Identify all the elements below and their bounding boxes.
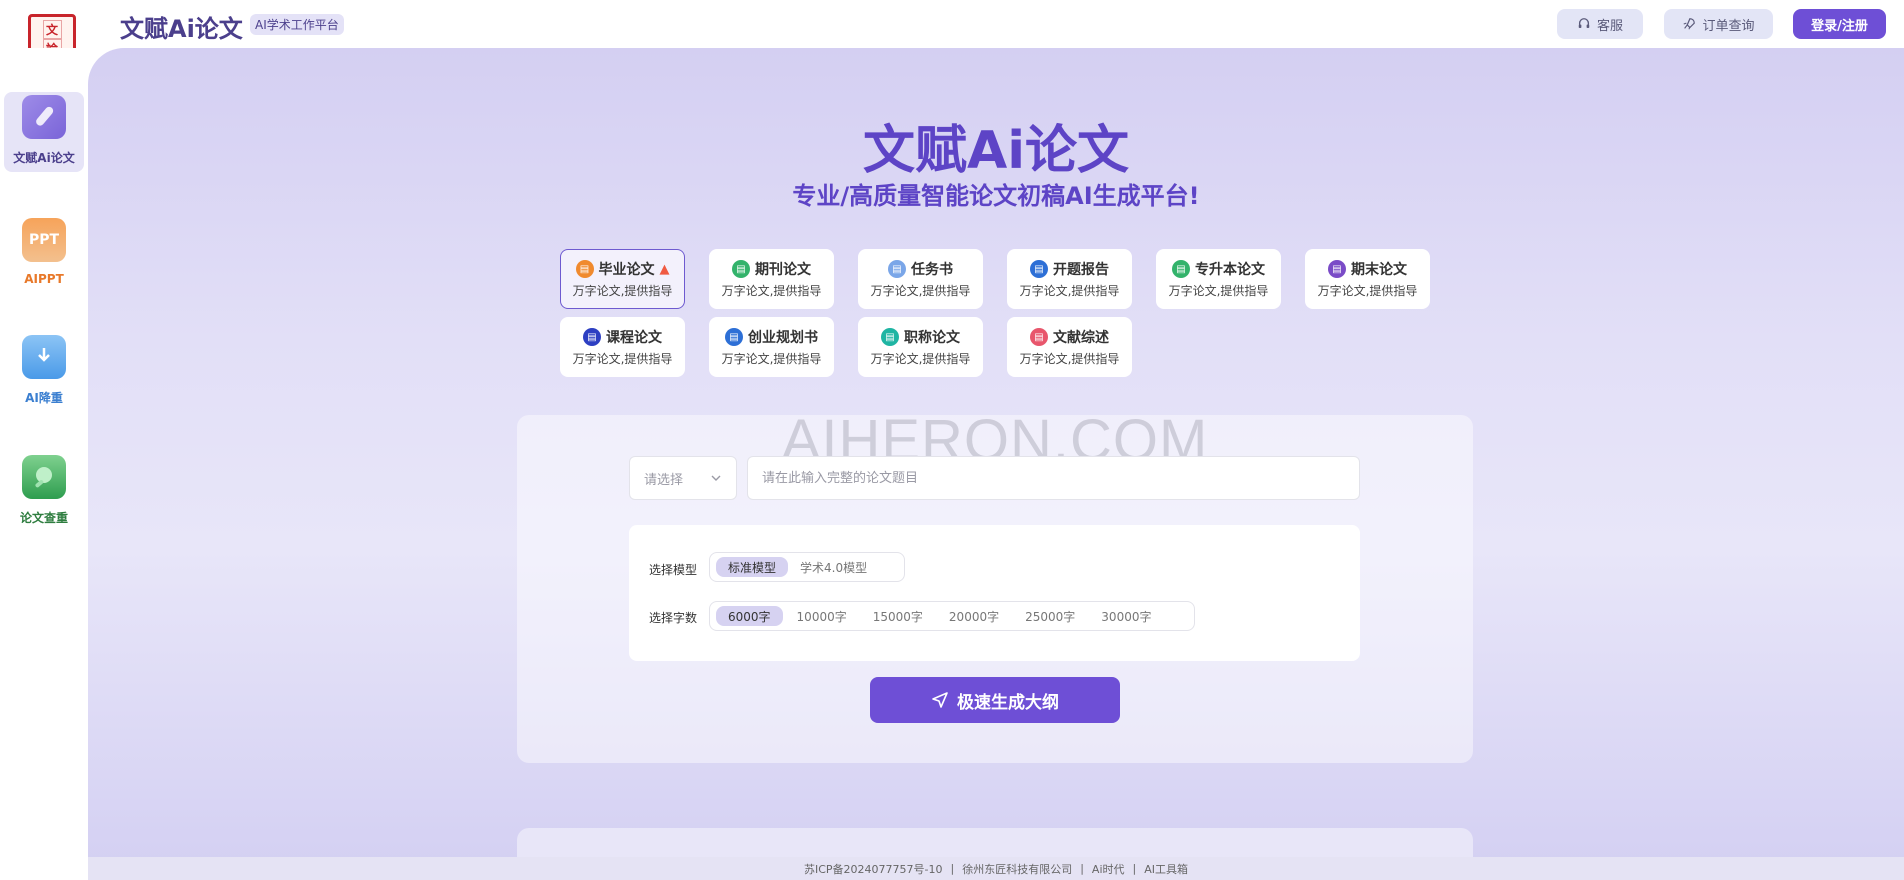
chevron-down-icon (711, 475, 721, 481)
ppt-icon: PPT (22, 218, 66, 262)
sidebar-item-aippt[interactable]: PPT AIPPT (4, 212, 84, 292)
category-desc: 万字论文,提供指导 (1168, 284, 1269, 298)
category-literature-review[interactable]: ▤ 文献综述 万字论文,提供指导 (1007, 317, 1132, 377)
options-card: 选择模型 标准模型 学术4.0模型 选择字数 6000字 10000字 1500… (629, 525, 1360, 661)
sidebar-item-plagiarism-check[interactable]: 论文查重 (4, 452, 84, 532)
customer-service-button[interactable]: 客服 (1557, 9, 1643, 39)
model-selector: 标准模型 学术4.0模型 (709, 552, 905, 582)
model-option-academic[interactable]: 学术4.0模型 (788, 557, 879, 577)
select-placeholder: 请选择 (644, 472, 684, 488)
category-title: 职称论文 (904, 330, 960, 346)
document-icon: ▤ (888, 260, 906, 278)
document-icon: ▤ (732, 260, 750, 278)
category-title: 课程论文 (606, 330, 662, 346)
word-option[interactable]: 25000字 (1013, 606, 1087, 626)
category-title: 期末论文 (1351, 262, 1407, 278)
model-label: 选择模型 (649, 563, 698, 577)
sidebar-item-label: 文赋Ai论文 (13, 151, 75, 165)
footer-icp-link[interactable]: 苏ICP备2024077757号-10 (804, 861, 943, 877)
category-proposal-report[interactable]: ▤ 开题报告 万字论文,提供指导 (1007, 249, 1132, 309)
sidebar: 文赋Ai论文 PPT AIPPT AI降重 论文查重 (0, 48, 88, 880)
category-desc: 万字论文,提供指导 (870, 284, 971, 298)
top-bar: 文 論 賦 文 文赋Ai论文 AI学术工作平台 客服 订单查询 登录/注册 (0, 0, 1904, 96)
logo-char: 文 (42, 20, 62, 39)
category-desc: 万字论文,提供指导 (572, 352, 673, 366)
category-desc: 万字论文,提供指导 (721, 284, 822, 298)
main-area: 文赋Ai论文 专业/高质量智能论文初稿AI生成平台! ▤ 毕业论文 ▲ 万字论文,提… (88, 48, 1904, 880)
model-option-standard[interactable]: 标准模型 (716, 557, 789, 577)
hero-subtitle: 专业/高质量智能论文初稿AI生成平台! (792, 182, 1200, 210)
category-title: 文献综述 (1053, 330, 1109, 346)
download-mail-icon (22, 335, 66, 379)
category-desc: 万字论文,提供指导 (1019, 284, 1120, 298)
hero-title: 文赋Ai论文 (862, 121, 1130, 181)
category-course-paper[interactable]: ▤ 课程论文 万字论文,提供指导 (560, 317, 685, 377)
headset-icon (1578, 18, 1590, 28)
generate-outline-label: 极速生成大纲 (957, 692, 1059, 713)
category-title: 毕业论文 (598, 262, 655, 278)
category-desc: 万字论文,提供指导 (1019, 352, 1120, 366)
footer-divider: | (950, 862, 955, 875)
generate-outline-button[interactable]: 极速生成大纲 (870, 677, 1120, 723)
footer-ai-era-link[interactable]: Ai时代 (1092, 861, 1125, 877)
sidebar-item-label: AIPPT (24, 272, 64, 286)
category-title: 任务书 (911, 262, 953, 278)
generation-panel: AIHERON.COM 请选择 选择模型 标准模型 学术4.0模型 选择字数 6… (517, 408, 1473, 763)
app-title: 文赋Ai论文 (120, 15, 243, 43)
category-title-paper[interactable]: ▤ 职称论文 万字论文,提供指导 (858, 317, 983, 377)
category-desc: 万字论文,提供指导 (572, 284, 673, 298)
document-icon: ▤ (725, 328, 743, 346)
word-option[interactable]: 20000字 (937, 606, 1011, 626)
category-graduation-thesis[interactable]: ▤ 毕业论文 ▲ 万字论文,提供指导 (560, 249, 685, 309)
category-title: 开题报告 (1053, 262, 1109, 278)
word-option[interactable]: 10000字 (785, 606, 859, 626)
fire-icon: ▲ (659, 261, 670, 277)
document-icon: ▤ (1328, 260, 1346, 278)
order-query-button[interactable]: 订单查询 (1664, 9, 1773, 39)
document-icon: ▤ (1030, 260, 1048, 278)
sidebar-item-wenfu[interactable]: 文赋Ai论文 (4, 92, 84, 172)
word-count-label: 选择字数 (649, 611, 698, 625)
sidebar-item-label: 论文查重 (19, 511, 68, 525)
footer: 苏ICP备2024077757号-10 | 徐州东匠科技有限公司 | Ai时代 … (88, 857, 1904, 880)
pen-icon (22, 95, 66, 139)
category-task-book[interactable]: ▤ 任务书 万字论文,提供指导 (858, 249, 983, 309)
document-icon: ▤ (881, 328, 899, 346)
app-subtitle-badge: AI学术工作平台 (250, 14, 344, 35)
word-count-selector: 6000字 10000字 15000字 20000字 25000字 30000字 (709, 601, 1195, 631)
customer-service-label: 客服 (1596, 18, 1623, 34)
category-desc: 万字论文,提供指导 (870, 352, 971, 366)
footer-company-link[interactable]: 徐州东匠科技有限公司 (962, 861, 1072, 877)
footer-divider: | (1132, 862, 1137, 875)
footer-divider: | (1080, 862, 1084, 875)
document-icon: ▤ (583, 328, 601, 346)
category-upgrade-thesis[interactable]: ▤ 专升本论文 万字论文,提供指导 (1156, 249, 1281, 309)
send-icon (932, 692, 948, 708)
word-option[interactable]: 15000字 (861, 606, 935, 626)
category-journal-paper[interactable]: ▤ 期刊论文 万字论文,提供指导 (709, 249, 834, 309)
topic-input[interactable] (747, 456, 1360, 500)
document-icon: ▤ (1172, 260, 1190, 278)
paper-type-select[interactable]: 请选择 (629, 456, 737, 500)
category-business-plan[interactable]: ▤ 创业规划书 万字论文,提供指导 (709, 317, 834, 377)
document-icon: ▤ (575, 260, 594, 278)
category-title: 创业规划书 (748, 330, 818, 346)
word-option[interactable]: 6000字 (716, 606, 783, 626)
sidebar-item-ai-rewrite[interactable]: AI降重 (4, 332, 84, 412)
magnifier-icon (22, 455, 66, 499)
category-title: 专升本论文 (1195, 262, 1265, 278)
order-query-label: 订单查询 (1702, 18, 1755, 34)
document-icon: ▤ (1030, 328, 1048, 346)
category-desc: 万字论文,提供指导 (721, 352, 822, 366)
category-title: 期刊论文 (755, 262, 811, 278)
rocket-icon (1684, 18, 1696, 30)
category-final-paper[interactable]: ▤ 期末论文 万字论文,提供指导 (1305, 249, 1430, 309)
login-register-button[interactable]: 登录/注册 (1793, 9, 1886, 39)
word-option[interactable]: 30000字 (1089, 606, 1163, 626)
category-desc: 万字论文,提供指导 (1317, 284, 1418, 298)
footer-ai-tools-link[interactable]: AI工具箱 (1144, 861, 1188, 877)
sidebar-item-label: AI降重 (25, 391, 63, 405)
